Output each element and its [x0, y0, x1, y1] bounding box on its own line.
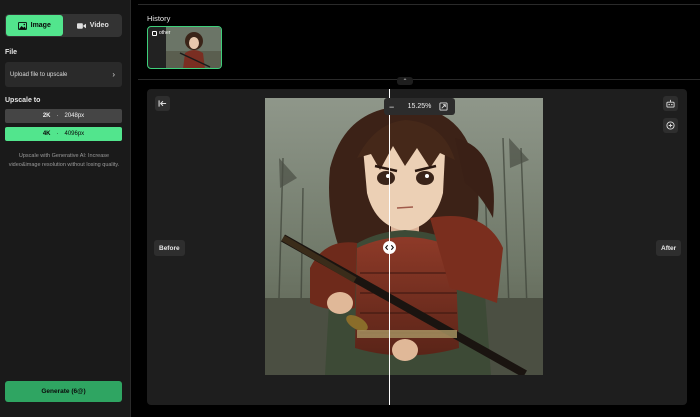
collapse-panel-button[interactable]: [155, 96, 170, 111]
option-4k-sep: ·: [56, 131, 59, 137]
panel-divider: [138, 79, 700, 80]
image-mode-label: Image: [30, 22, 51, 29]
compare-slider-handle[interactable]: [383, 241, 396, 254]
mode-toggle: Image Video: [5, 14, 122, 37]
add-button[interactable]: [663, 118, 678, 133]
video-icon: [76, 22, 86, 29]
preview-image: [265, 98, 543, 375]
copy-icon: [152, 30, 157, 36]
top-divider: [138, 4, 700, 5]
option-2k-size: 2048px: [64, 113, 85, 119]
after-label: After: [656, 240, 682, 256]
image-mode-tab[interactable]: Image: [6, 15, 63, 36]
history-thumbnail[interactable]: other: [147, 26, 222, 69]
fit-screen-icon: [439, 102, 448, 111]
option-2k-name: 2K: [42, 113, 51, 119]
arrows-left-right-icon: [385, 244, 394, 251]
thumbnail-tag: other: [152, 30, 170, 36]
image-icon: [17, 21, 27, 30]
history-label: History: [147, 14, 171, 23]
resolution-option-4k[interactable]: 4K · 4096px: [5, 127, 122, 141]
zoom-value: 15.25%: [407, 103, 432, 110]
file-section-label: File: [5, 49, 18, 56]
upscale-description: Upscale with Generative AI: Increase vid…: [8, 153, 120, 168]
option-2k-sep: ·: [56, 113, 59, 119]
chevron-up-icon: ⌃: [402, 78, 408, 85]
fit-to-screen-button[interactable]: [436, 98, 451, 115]
plus-circle-icon: [666, 121, 675, 130]
collapse-history-button[interactable]: ⌃: [397, 77, 413, 85]
samurai-girl-illustration: [265, 98, 543, 375]
video-mode-tab[interactable]: Video: [65, 15, 122, 36]
chevron-right-icon: ›: [112, 70, 115, 79]
bot-button[interactable]: [663, 96, 678, 111]
option-4k-size: 4096px: [64, 131, 85, 137]
resolution-option-2k[interactable]: 2K · 2048px: [5, 109, 122, 123]
robot-icon: [666, 99, 675, 108]
video-mode-label: Video: [89, 22, 109, 29]
generate-button[interactable]: Generate (6@): [5, 381, 122, 402]
thumbnail-tag-label: other: [159, 30, 171, 36]
before-label: Before: [154, 240, 185, 256]
preview-canvas: Before After − 15.25%: [147, 89, 687, 405]
sidebar: Image Video File Upload file to upscale …: [0, 0, 131, 417]
arrow-to-left-icon: [158, 100, 167, 107]
zoom-out-button[interactable]: −: [389, 102, 394, 112]
upload-file-label: Upload file to upscale: [10, 71, 68, 78]
option-4k-name: 4K: [42, 131, 51, 137]
thumbnail-image: [166, 27, 221, 68]
upload-file-button[interactable]: Upload file to upscale ›: [5, 62, 122, 87]
upscale-section-label: Upscale to: [5, 97, 41, 104]
